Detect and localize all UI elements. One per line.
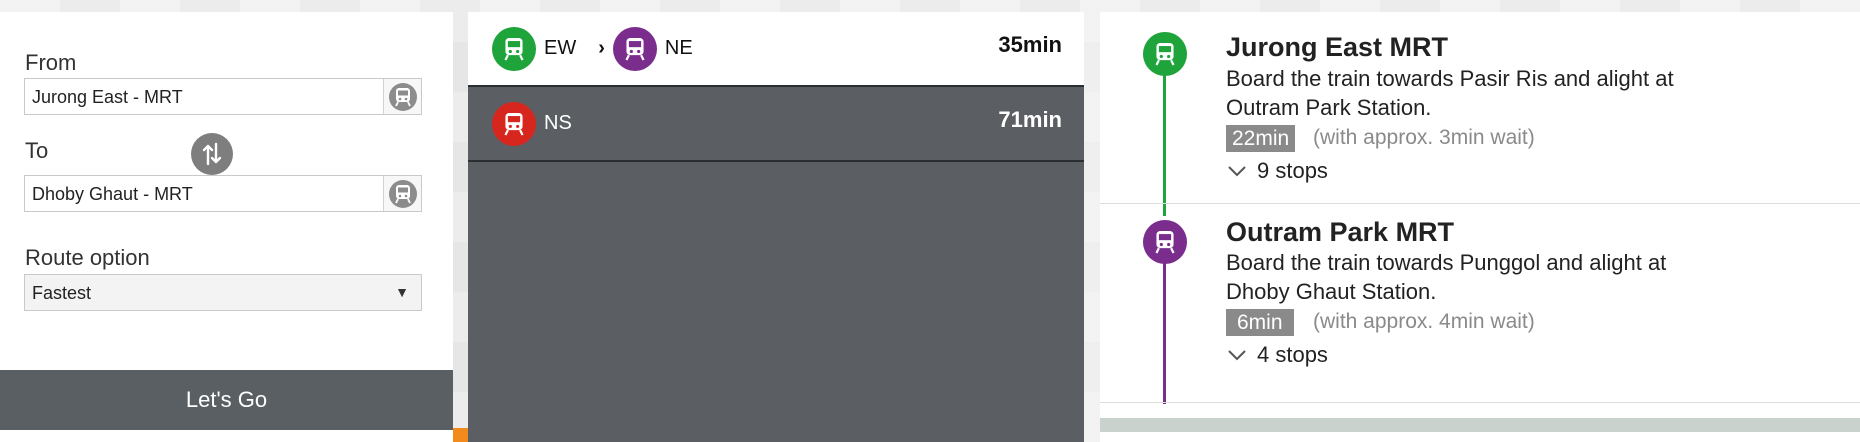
train-icon <box>612 26 657 71</box>
line-connector <box>1163 52 1166 216</box>
to-field[interactable]: Dhoby Ghaut - MRT <box>24 175 422 212</box>
train-icon <box>388 179 417 208</box>
journey-details: Jurong East MRT Board the train towards … <box>1100 12 1860 442</box>
ride-time-badge: 22min <box>1226 125 1296 152</box>
train-icon <box>1143 220 1187 264</box>
line-code: NE <box>664 37 693 59</box>
journey-form: From Jurong East - MRT To Dhoby Ghaut - … <box>0 12 453 442</box>
route-option-select[interactable]: Fastest ▼ <box>24 274 422 311</box>
line-code: NS <box>544 112 572 134</box>
instruction-line: Outram Park Station. <box>1226 95 1432 120</box>
train-icon <box>1143 32 1187 76</box>
route-option-2[interactable]: NS 71min <box>468 87 1084 162</box>
ride-time-badge: 6min <box>1226 309 1294 336</box>
route-list: EW › NE 35min NS 71min <box>468 12 1084 442</box>
station-name: Outram Park MRT <box>1226 217 1455 247</box>
caret-down-icon: ▼ <box>395 284 409 300</box>
route-option-value: Fastest <box>32 283 92 303</box>
lets-go-button[interactable]: Let's Go <box>0 370 453 430</box>
to-value: Dhoby Ghaut - MRT <box>32 184 193 204</box>
wait-text: (with approx. 4min wait) <box>1313 310 1535 333</box>
divider <box>1100 402 1860 403</box>
instruction-line: Board the train towards Pasir Ris and al… <box>1226 66 1674 91</box>
from-station-picker-button[interactable] <box>383 79 421 114</box>
stops-toggle[interactable]: 4 stops <box>1226 342 1328 368</box>
chevron-down-icon <box>1228 166 1246 177</box>
wait-text: (with approx. 3min wait) <box>1313 126 1535 149</box>
instruction-line: Board the train towards Punggol and alig… <box>1226 250 1667 275</box>
details-footer-bar <box>1100 418 1860 432</box>
route-duration: 71min <box>998 107 1062 132</box>
stops-count: 4 stops <box>1257 342 1328 367</box>
line-code: EW <box>544 37 577 59</box>
train-icon <box>492 101 536 146</box>
line-connector <box>1163 240 1166 404</box>
route-option-label: Route option <box>25 245 150 270</box>
stops-count: 9 stops <box>1257 158 1328 183</box>
route-option-1[interactable]: EW › NE 35min <box>468 12 1084 87</box>
from-value: Jurong East - MRT <box>32 87 183 107</box>
swap-icon <box>202 142 222 166</box>
instruction-line: Dhoby Ghaut Station. <box>1226 279 1437 304</box>
to-label: To <box>25 138 49 163</box>
train-icon <box>388 82 417 111</box>
route-duration: 35min <box>998 32 1062 57</box>
train-icon <box>492 26 536 71</box>
divider <box>1100 203 1860 204</box>
from-field[interactable]: Jurong East - MRT <box>24 78 422 115</box>
stops-toggle[interactable]: 9 stops <box>1226 158 1328 184</box>
to-station-picker-button[interactable] <box>383 176 421 211</box>
chevron-down-icon <box>1228 350 1246 361</box>
from-label: From <box>25 50 77 75</box>
swap-stations-button[interactable] <box>191 133 233 175</box>
chevron-right-icon: › <box>598 37 605 59</box>
station-name: Jurong East MRT <box>1226 32 1449 62</box>
